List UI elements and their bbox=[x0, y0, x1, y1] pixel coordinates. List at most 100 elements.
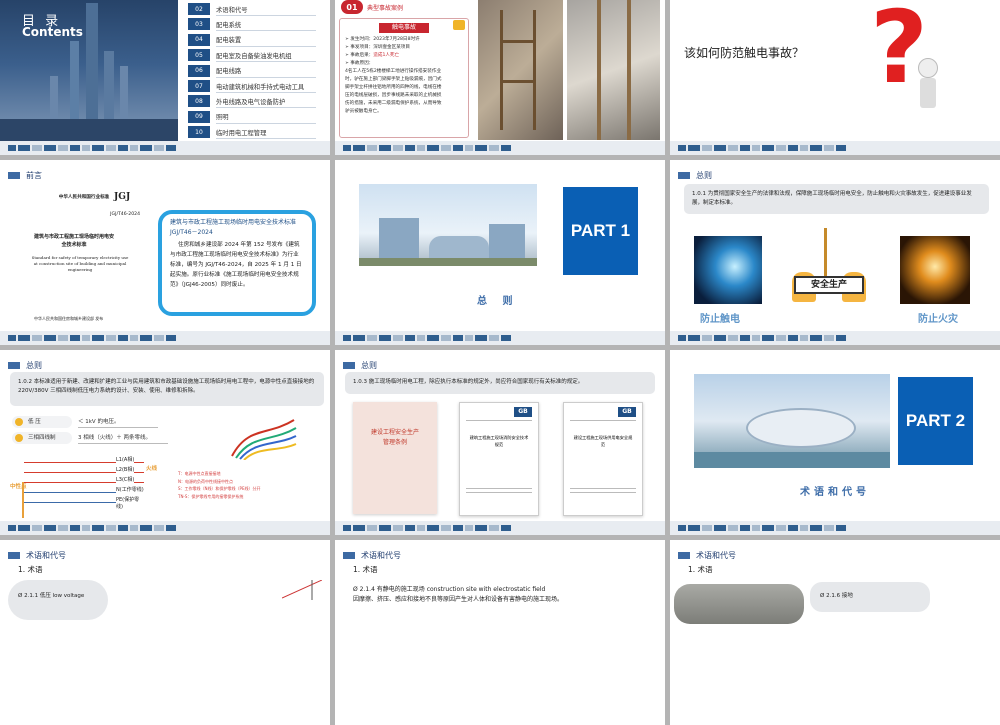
toc-item-number: 04 bbox=[188, 33, 210, 46]
term-low-voltage: 低 压 bbox=[12, 416, 72, 428]
safety-production-sign: 安全生产 bbox=[794, 276, 864, 294]
prevent-fire-label: 防止火灾 bbox=[918, 314, 958, 325]
case-text-line: ➢ 发生时间：2023年7月28日8时许 bbox=[345, 37, 420, 42]
term-heading: Ø 2.1.4 有静电的施工现场 construction site with … bbox=[353, 586, 546, 593]
standard-publisher-title: 中华人民共和国行业标准 bbox=[58, 195, 110, 200]
wire-label: L2(B相) bbox=[116, 466, 135, 473]
term-three-phase-definition: 3 相线（火线）＋ 两条零线。 bbox=[78, 432, 168, 444]
case-text-line: ➢ 事故原因： bbox=[345, 61, 374, 67]
toc-item: 08 外电线路及电气设备防护 bbox=[188, 94, 316, 109]
toc-item-number: 07 bbox=[188, 80, 210, 92]
toc-item: 03 配电系统 bbox=[188, 17, 316, 32]
hospital-building-image bbox=[359, 184, 537, 266]
section-title: 术语和代号 bbox=[361, 551, 401, 560]
case-text-line: 4名工人在5栋2楼楼梯工地进行操作搭安装作业 bbox=[345, 69, 442, 75]
case-text-line: 伤的措施，未采用二级漏电保护系统，从而导致 bbox=[345, 101, 442, 107]
case-number-badge: 01 bbox=[341, 0, 363, 14]
wire-line: L2(B相) bbox=[24, 466, 144, 473]
wire-line: L3(C相) bbox=[24, 476, 144, 483]
clause-text-box: 1.0.2 本标准适用于新建、改建和扩建的工业与民用建筑和市政基础设施施工现场临… bbox=[10, 372, 324, 406]
section-title: 术语和代号 bbox=[696, 551, 736, 560]
toc-item-number: 10 bbox=[188, 126, 210, 139]
toc-item: 09 照明 bbox=[188, 110, 316, 124]
tn-note-line: T：电源中性点直接接地 bbox=[178, 471, 221, 476]
section-title: 总则 bbox=[696, 171, 712, 180]
toc-item-number: 05 bbox=[188, 49, 210, 62]
slide-thumbnail-2[interactable]: 01 典型事故案例 触电事故 ➢ 发生时间：2023年7月28日8时许 ➢ 事发项… bbox=[335, 0, 665, 155]
toc-item-label: 照明 bbox=[216, 114, 229, 122]
slide-thumbnail-12[interactable]: 术语和代号 1. 术语 Ø 2.1.6 接地 bbox=[670, 540, 1000, 725]
accident-scene-photo bbox=[478, 0, 563, 140]
toc-item-label: 配电系统 bbox=[216, 21, 242, 29]
case-text-line: 时，驴在施上部门梁脚手架上贴吸漏痕，因门式 bbox=[345, 77, 442, 83]
toc-item: 04 配电装置 bbox=[188, 33, 316, 47]
term-low-voltage-definition: ＜ 1kV 的电压。 bbox=[78, 416, 158, 428]
standard-callout-box: 建筑与市政工程施工现场临时用电安全技术标准JGJ/T46－2024 住房和城乡建… bbox=[158, 210, 316, 316]
question-text: 该如何防范触电事故？ bbox=[684, 46, 805, 60]
worksite-photo bbox=[567, 0, 660, 140]
slide-thumbnail-9[interactable]: PART 2 术语和代号 bbox=[670, 350, 1000, 535]
wire-line: PE(保护零线) bbox=[24, 496, 144, 510]
section-title: 前言 bbox=[26, 171, 42, 180]
electric-spark-image bbox=[694, 236, 762, 304]
contents-subtitle: Contents bbox=[22, 25, 83, 39]
slide-thumbnail-3[interactable]: 该如何防范触电事故？ ? bbox=[670, 0, 1000, 155]
case-text-line: 压的电线层破损，因步事线路未采取的止机械损 bbox=[345, 93, 442, 99]
toc-item-number: 06 bbox=[188, 64, 210, 77]
safety-production-illustration: 安全生产 bbox=[784, 228, 874, 318]
clause-text-box: 1.0.3 施工现场临时用电工程，除应执行本标准的规定外，尚应符合国家现行有关标… bbox=[345, 372, 655, 394]
toc-item-label: 配电室及自备柴油发电机组 bbox=[216, 52, 292, 60]
part-caption: 术语和代号 bbox=[800, 487, 870, 498]
casualty-text: 造成1人死亡 bbox=[373, 53, 400, 59]
power-line-sketch bbox=[282, 580, 322, 600]
slide-footer-bar bbox=[0, 141, 330, 155]
wire-label: L1(A相) bbox=[116, 456, 135, 463]
slide-thumbnail-6[interactable]: 总则 1.0.1 为贯彻国家安全生产的法律和法规，保障施工现场临时用电安全，防止… bbox=[670, 160, 1000, 345]
case-heading: 触电事故 bbox=[379, 23, 429, 33]
wire-label: PE(保护零线) bbox=[116, 496, 144, 510]
tn-note-line: N：电源的负荷中性线接中性点 bbox=[178, 478, 233, 484]
standard-cover-page: 中华人民共和国行业标准 JGJ JGJ/T46-2024 建筑与市政工程施工现场… bbox=[14, 188, 154, 328]
wire-line: L1(A相) bbox=[24, 456, 144, 463]
slide-thumbnail-5[interactable]: PART 1 总 则 bbox=[335, 160, 665, 345]
standard-english-name: Standard for safety of temporary electri… bbox=[31, 255, 129, 272]
toc-item: 07 电动建筑机械和手持式电动工具 bbox=[188, 79, 316, 93]
part-number-panel: PART 2 bbox=[898, 377, 973, 465]
callout-body: 住房和城乡建设部 2024 年第 152 号发布《建筑与市政工程施工现场临时用电… bbox=[170, 242, 302, 289]
slide-footer-bar bbox=[0, 331, 330, 345]
colored-wires-illustration bbox=[228, 416, 298, 461]
toc-item-number: 03 bbox=[188, 18, 210, 31]
standard-document-2: GB 建设工程施工现场供用电安全规范 bbox=[563, 402, 643, 516]
callout-title: 建筑与市政工程施工现场临时用电安全技术标准JGJ/T46－2024 bbox=[170, 219, 297, 236]
slide-footer-bar bbox=[335, 331, 665, 345]
grounding-photo bbox=[674, 584, 804, 624]
toc-item: 05 配电室及自备柴油发电机组 bbox=[188, 48, 316, 63]
slide-footer-bar bbox=[670, 331, 1000, 345]
slide-footer-bar bbox=[0, 521, 330, 535]
case-label: 典型事故案例 bbox=[367, 5, 404, 12]
toc-item: 02 术语和代号 bbox=[188, 2, 316, 16]
case-text-line: 驴员被触电身亡。 bbox=[345, 109, 382, 115]
prevent-electric-shock-label: 防止触电 bbox=[700, 314, 740, 325]
toc-item: 06 配电线路 bbox=[188, 64, 316, 78]
term-three-phase: 三相四线制 bbox=[12, 432, 72, 444]
slide-footer-bar bbox=[335, 141, 665, 155]
tn-s-wiring-diagram: L1(A相) L2(B相) L3(C相) N(工作零线) PE(保护零线) 中性点 火线 bbox=[10, 456, 172, 518]
term-definition: 因摩擦、挤压、感应和接地不良等原因产生对人体和设备有害静电的施工现场。 bbox=[353, 596, 564, 603]
subsection-title: 1. 术语 bbox=[688, 565, 713, 574]
slide-thumbnail-4[interactable]: 前言 中华人民共和国行业标准 JGJ JGJ/T46-2024 建筑与市政工程施… bbox=[0, 160, 330, 345]
slide-thumbnail-1[interactable]: 目 录 Contents 02 术语和代号 03 配电系统 04 配电装置 05 配电室及自备… bbox=[0, 0, 330, 155]
city-skyline-image: 目 录 Contents bbox=[0, 0, 178, 141]
slide-thumbnail-7[interactable]: 总则 1.0.2 本标准适用于新建、改建和扩建的工业与民用建筑和市政基础设施施工… bbox=[0, 350, 330, 535]
slide-footer-bar bbox=[670, 521, 1000, 535]
toc-item-label: 电动建筑机械和手持式电动工具 bbox=[216, 83, 305, 91]
part-number-panel: PART 1 bbox=[563, 187, 638, 275]
slide-thumbnail-11[interactable]: 术语和代号 1. 术语 Ø 2.1.4 有静电的施工现场 constructio… bbox=[335, 540, 665, 725]
slide-footer-bar bbox=[670, 141, 1000, 155]
standard-name: 建筑与市政工程施工现场临时用电安全技术标准 bbox=[34, 234, 115, 248]
slide-thumbnail-8[interactable]: 总则 1.0.3 施工现场临时用电工程，除应执行本标准的规定外，尚应符合国家现行… bbox=[335, 350, 665, 535]
tn-note-line: TN-S：保护零线专用的接零保护系统 bbox=[178, 493, 244, 499]
standard-document-2-title: 建设工程施工现场供用电安全规范 bbox=[573, 435, 633, 447]
slide-thumbnail-10[interactable]: 术语和代号 1. 术语 Ø 2.1.1 低压 low voltage bbox=[0, 540, 330, 725]
slide-footer-bar bbox=[335, 521, 665, 535]
